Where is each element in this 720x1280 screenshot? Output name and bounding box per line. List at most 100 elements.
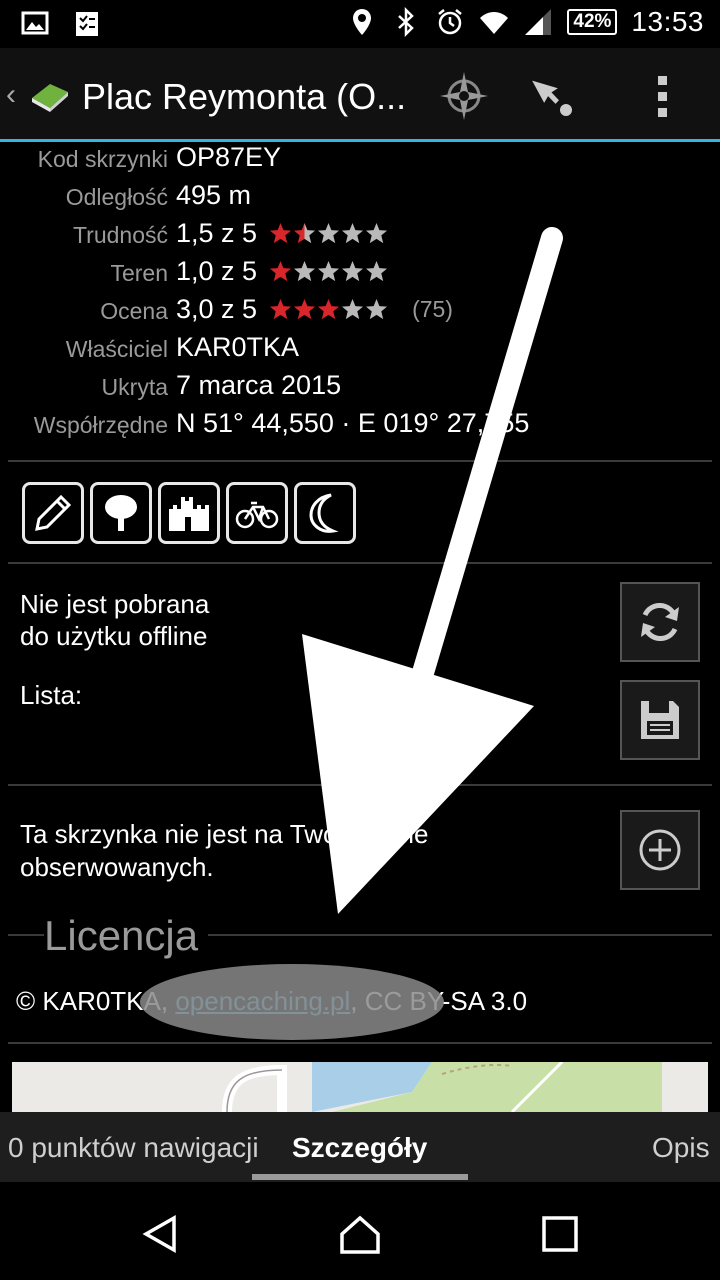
attribute-castle[interactable] <box>158 482 220 544</box>
detail-label: Trudność <box>72 222 168 248</box>
detail-label: Teren <box>110 260 168 286</box>
back-icon[interactable] <box>138 1212 182 1256</box>
detail-value: OP87EY <box>176 142 282 172</box>
license-text: © KAR0TKA, opencaching.pl, CC BY-SA 3.0 <box>16 986 527 1017</box>
overflow-menu-icon[interactable] <box>636 70 688 122</box>
attribute-pencil[interactable] <box>22 482 84 544</box>
watch-line-2: obserwowanych. <box>20 852 214 882</box>
pencil-icon <box>35 494 72 531</box>
star-icon <box>366 298 388 320</box>
star-icon <box>270 298 292 320</box>
compass-icon[interactable] <box>438 70 490 122</box>
star-icon <box>270 222 292 244</box>
app-logo-icon[interactable] <box>28 76 70 114</box>
castle-icon <box>169 497 209 531</box>
action-bar: ‹ Plac Reymonta (O... <box>0 48 720 142</box>
refresh-icon <box>641 603 679 641</box>
star-icon <box>318 222 340 244</box>
star-icon <box>366 260 388 282</box>
offline-line-1: Nie jest pobrana <box>20 589 210 619</box>
detail-value[interactable]: KAR0TKA <box>176 332 299 363</box>
tab-indicator <box>252 1174 468 1180</box>
star-icon <box>294 260 316 282</box>
image-icon <box>21 11 49 35</box>
detail-row-difficulty: Trudność 1,5 z 5 <box>0 218 720 256</box>
star-icon <box>270 260 292 282</box>
wifi-icon <box>480 12 509 34</box>
map-image <box>12 1062 708 1112</box>
detail-row-rating: Ocena 3,0 z 5 (75) <box>0 294 720 332</box>
rating-stars <box>269 298 388 321</box>
terrain-stars <box>269 260 388 283</box>
detail-value: 7 marca 2015 <box>176 370 342 400</box>
star-icon <box>342 260 364 282</box>
divider <box>8 562 712 564</box>
offline-status: Nie jest pobrana do użytku offline <box>20 588 209 652</box>
refresh-button[interactable] <box>620 582 700 662</box>
attribute-tree[interactable] <box>90 482 152 544</box>
license-link[interactable]: opencaching.pl <box>175 986 350 1016</box>
bicycle-icon <box>235 501 279 529</box>
recents-icon[interactable] <box>538 1212 582 1256</box>
divider <box>8 1042 712 1044</box>
license-prefix: © KAR0TKA, <box>16 986 176 1016</box>
save-button[interactable] <box>620 680 700 760</box>
detail-row-coordinates[interactable]: Współrzędne N 51° 44,550 · E 019° 27,755 <box>0 408 720 446</box>
clipboard-icon <box>76 12 98 36</box>
map-preview[interactable] <box>12 1062 708 1112</box>
detail-label: Ocena <box>100 298 168 324</box>
tab-bar: 0 punktów nawigacji Szczegóły Opis <box>0 1112 720 1182</box>
watch-line-1: Ta skrzynka nie jest na Twojej liście <box>20 819 429 849</box>
detail-label: Współrzędne <box>33 412 168 438</box>
back-chevron-icon[interactable]: ‹ <box>6 78 16 112</box>
detail-row-owner: Właściciel KAR0TKA <box>0 332 720 370</box>
status-clock: 13:53 <box>631 6 704 37</box>
detail-row-hidden: Ukryta 7 marca 2015 <box>0 370 720 408</box>
tab-description[interactable]: Opis <box>652 1132 710 1164</box>
alarm-icon <box>438 9 463 35</box>
attribute-bicycle[interactable] <box>226 482 288 544</box>
license-suffix: , CC BY-SA 3.0 <box>350 986 528 1016</box>
star-icon <box>318 298 340 320</box>
list-label: Lista: <box>20 680 83 710</box>
attribute-icons <box>22 482 356 544</box>
signal-icon <box>525 9 552 35</box>
detail-value: 495 m <box>176 180 252 210</box>
plus-circle-icon <box>639 829 681 871</box>
star-icon <box>342 222 364 244</box>
home-icon[interactable] <box>338 1212 382 1256</box>
divider <box>8 460 712 462</box>
save-icon <box>641 701 679 739</box>
detail-row-terrain: Teren 1,0 z 5 <box>0 256 720 294</box>
system-nav-bar <box>0 1182 720 1280</box>
detail-row-distance: Odległość 495 m <box>0 180 720 218</box>
moon-icon <box>309 493 339 533</box>
detail-label: Kod skrzynki <box>37 146 168 172</box>
detail-label: Odległość <box>65 184 168 210</box>
status-bar: 42% 13:53 <box>0 0 720 48</box>
detail-label: Właściciel <box>65 336 168 362</box>
detail-row-code: Kod skrzynki OP87EY <box>0 142 720 180</box>
navigate-icon[interactable] <box>528 70 580 122</box>
star-icon <box>366 222 388 244</box>
detail-value[interactable]: N 51° 44,550 · E 019° 27,755 <box>176 408 529 439</box>
rating-count: (75) <box>412 296 453 322</box>
bluetooth-icon <box>398 7 415 37</box>
battery-indicator: 42% <box>567 9 618 35</box>
detail-value: 3,0 z 5 <box>176 294 258 324</box>
attribute-moon[interactable] <box>294 482 356 544</box>
tab-details[interactable]: Szczegóły <box>292 1132 427 1164</box>
divider <box>8 784 712 786</box>
tree-icon <box>105 495 137 531</box>
add-to-watchlist-button[interactable] <box>620 810 700 890</box>
watchlist-status: Ta skrzynka nie jest na Twojej liście ob… <box>20 818 428 884</box>
star-icon <box>294 298 316 320</box>
star-icon <box>342 298 364 320</box>
location-icon <box>353 9 372 35</box>
offline-line-2: do użytku offline <box>20 621 208 651</box>
difficulty-stars <box>269 222 388 245</box>
tab-waypoints[interactable]: 0 punktów nawigacji <box>8 1132 259 1164</box>
detail-label: Ukryta <box>101 374 168 400</box>
detail-value: 1,5 z 5 <box>176 218 258 248</box>
page-title: Plac Reymonta (O... <box>82 76 407 117</box>
